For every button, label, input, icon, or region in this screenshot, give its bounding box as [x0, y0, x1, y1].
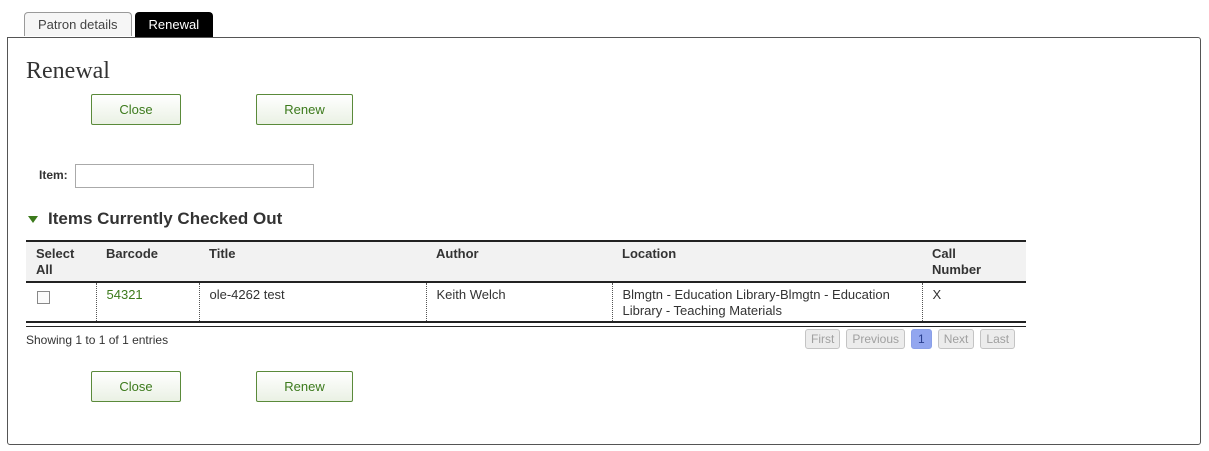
author-cell: Keith Welch [426, 282, 613, 323]
renew-button-top[interactable]: Renew [256, 94, 353, 125]
pagination: First Previous 1 Next Last [805, 329, 1016, 349]
triangle-down-icon[interactable] [28, 215, 38, 223]
previous-page-button[interactable]: Previous [846, 329, 906, 349]
item-label: Item: [39, 168, 68, 182]
first-page-button[interactable]: First [805, 329, 841, 349]
column-header-select-all[interactable]: Select All [26, 240, 96, 283]
section-header[interactable]: Items Currently Checked Out [28, 209, 282, 229]
current-page-button[interactable]: 1 [911, 329, 932, 349]
table-footer-divider [26, 326, 1026, 327]
column-header-location[interactable]: Location [612, 240, 922, 283]
tab-bar: Patron details Renewal [24, 12, 214, 38]
select-cell [26, 282, 97, 323]
table-info: Showing 1 to 1 of 1 entries [26, 333, 169, 347]
barcode-cell: 54321 [96, 282, 200, 323]
column-header-title[interactable]: Title [199, 240, 426, 283]
call-number-cell: X [922, 282, 1026, 323]
barcode-link[interactable]: 54321 [107, 287, 143, 302]
section-title: Items Currently Checked Out [48, 209, 283, 228]
table-header-row: Select All Barcode Title Author Location … [26, 240, 1026, 283]
last-page-button[interactable]: Last [980, 329, 1016, 349]
table-row: 54321 ole-4262 test Keith Welch Blmgtn -… [26, 282, 1026, 323]
next-page-button[interactable]: Next [937, 329, 975, 349]
item-input[interactable] [75, 164, 314, 188]
checked-out-table: Select All Barcode Title Author Location … [26, 240, 1026, 323]
column-header-barcode[interactable]: Barcode [96, 240, 199, 283]
location-cell: Blmgtn - Education Library-Blmgtn - Educ… [612, 282, 923, 323]
title-cell: ole-4262 test [199, 282, 427, 323]
page-title: Renewal [26, 58, 110, 84]
row-checkbox[interactable] [37, 291, 50, 304]
close-button-top[interactable]: Close [91, 94, 181, 125]
close-button-bottom[interactable]: Close [91, 371, 181, 402]
column-header-call-number[interactable]: Call Number [922, 240, 1026, 283]
column-header-author[interactable]: Author [426, 240, 612, 283]
renew-button-bottom[interactable]: Renew [256, 371, 353, 402]
tab-patron-details[interactable]: Patron details [24, 12, 132, 36]
tab-renewal[interactable]: Renewal [134, 12, 214, 38]
